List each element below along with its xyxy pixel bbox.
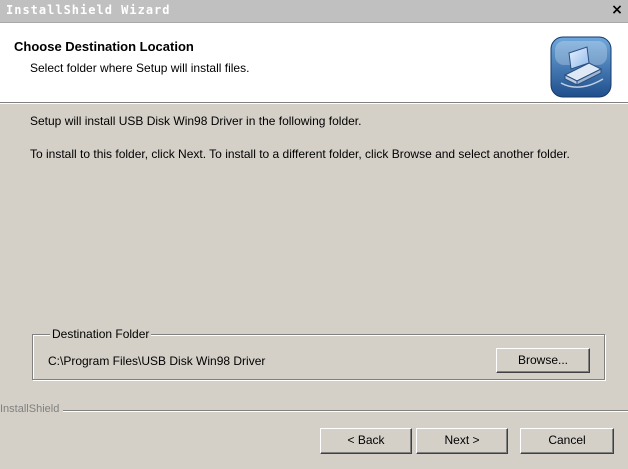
title-bar[interactable]: InstallShield Wizard × — [0, 0, 628, 23]
page-subtitle: Select folder where Setup will install f… — [30, 61, 250, 75]
footer-divider — [0, 410, 628, 411]
installshield-brand: InstallShield — [0, 403, 64, 415]
close-button[interactable]: × — [609, 3, 625, 19]
install-info-text: Setup will install USB Disk Win98 Driver… — [30, 114, 362, 128]
browse-button[interactable]: Browse... — [496, 348, 590, 373]
computer-install-icon — [550, 36, 612, 98]
back-button[interactable]: < Back — [320, 428, 412, 454]
cancel-button-label: Cancel — [548, 433, 586, 447]
browse-button-label: Browse... — [517, 353, 568, 367]
instructions-text: To install to this folder, click Next. T… — [30, 147, 570, 161]
next-button[interactable]: Next > — [416, 428, 508, 454]
cancel-button[interactable]: Cancel — [520, 428, 614, 454]
destination-path: C:\Program Files\USB Disk Win98 Driver — [48, 354, 266, 368]
page-title: Choose Destination Location — [14, 39, 194, 54]
window-title: InstallShield Wizard — [6, 3, 171, 17]
header-divider — [0, 103, 628, 104]
wizard-header: Choose Destination Location Select folde… — [0, 23, 628, 103]
destination-folder-legend: Destination Folder — [50, 327, 152, 341]
next-button-label: Next > — [444, 433, 480, 447]
back-button-label: < Back — [347, 433, 385, 447]
